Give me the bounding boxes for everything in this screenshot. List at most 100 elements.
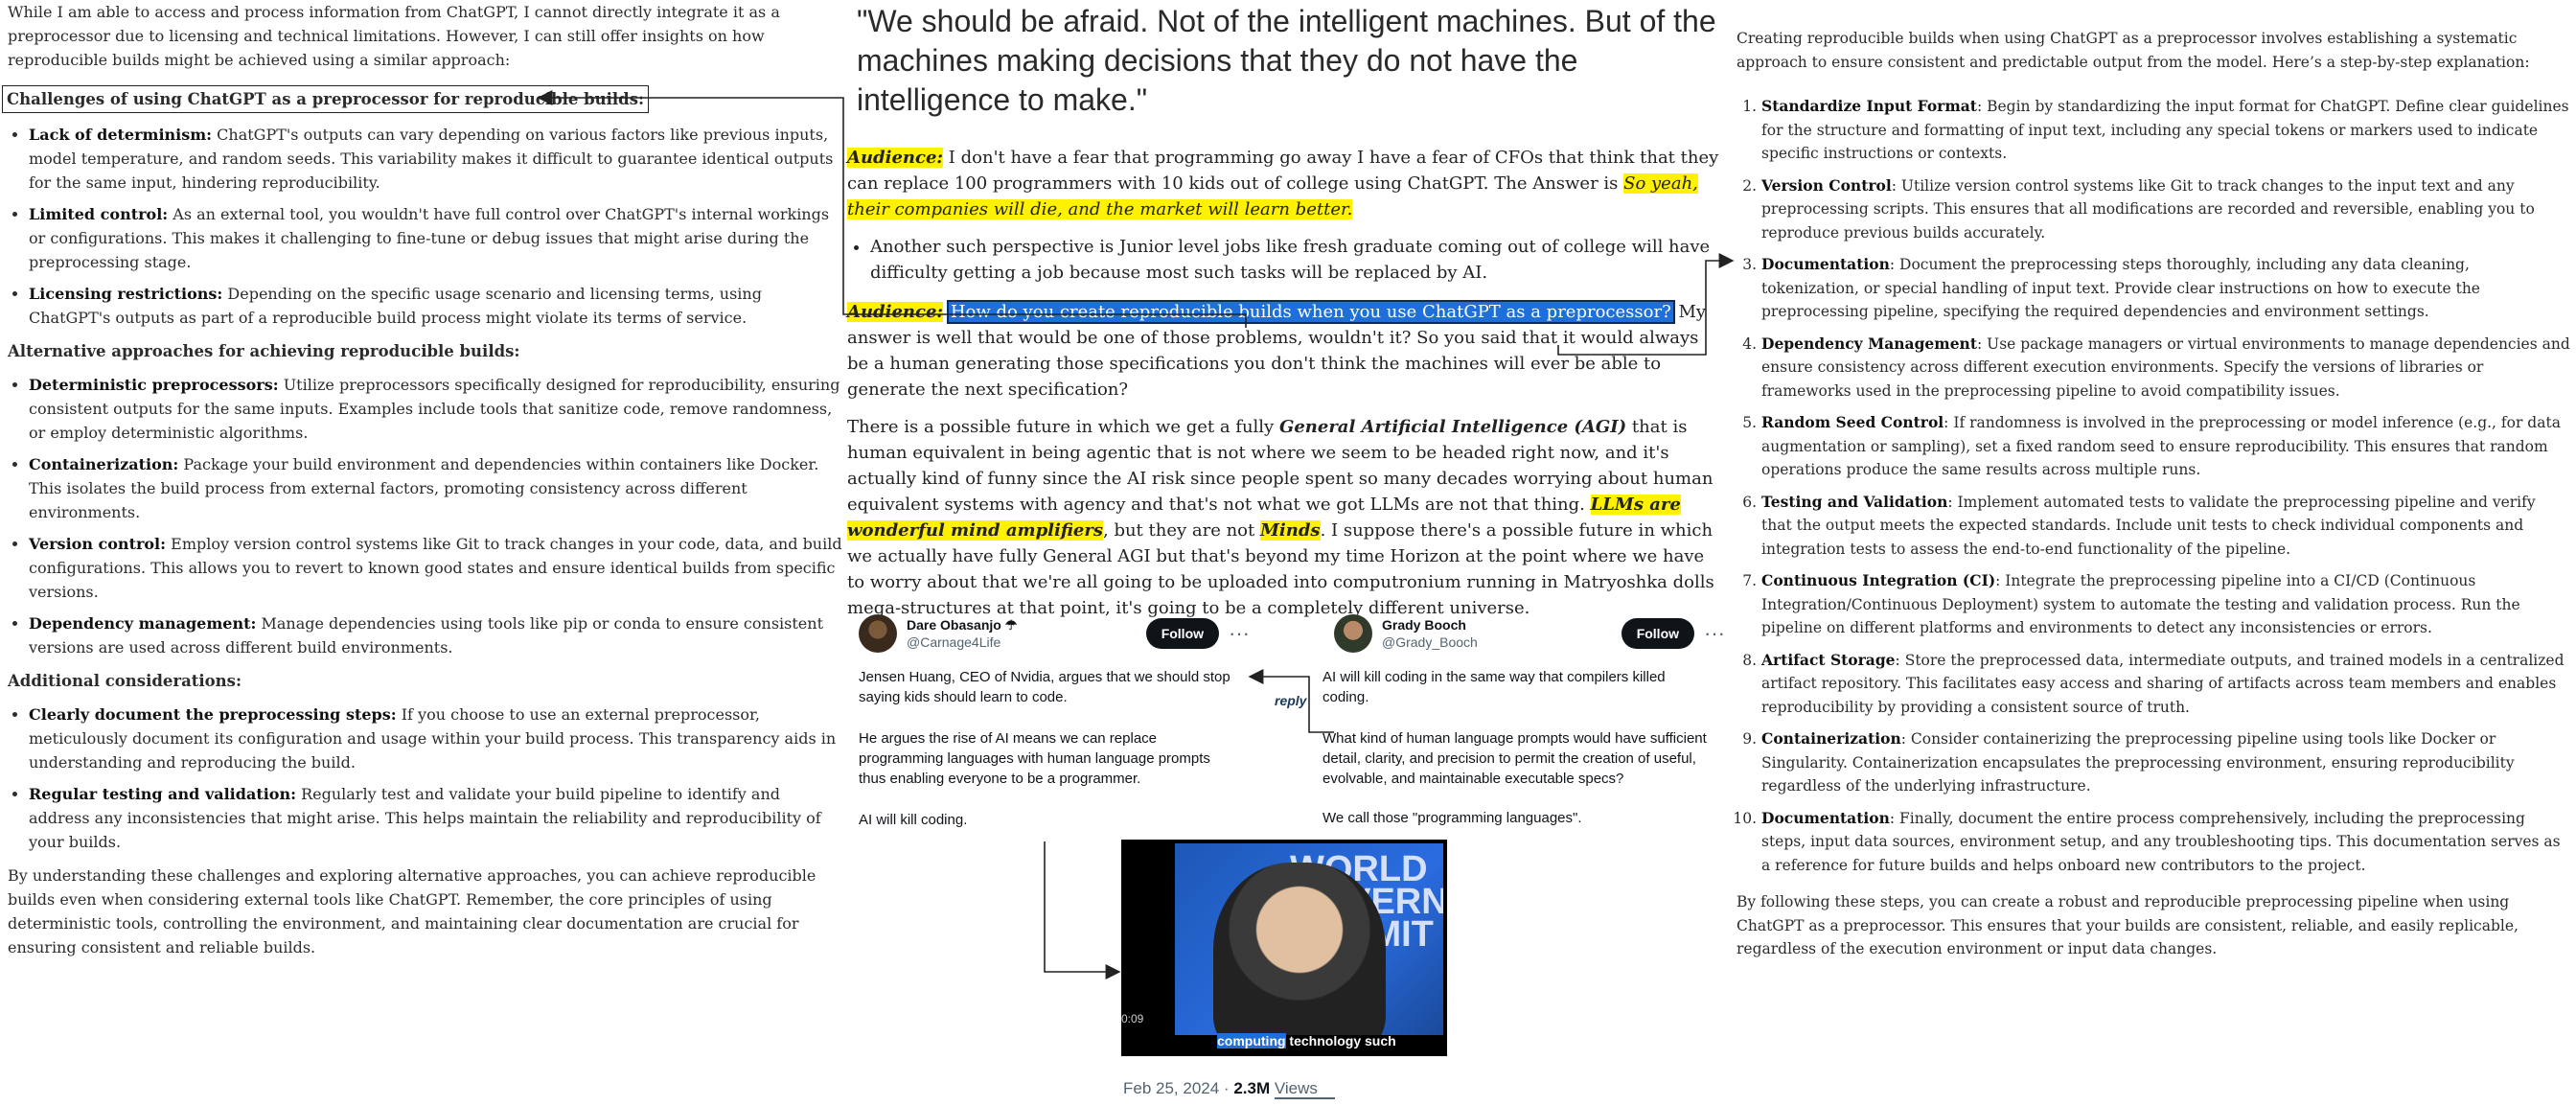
video-frame: WORLD GOVERNMENT SUMMIT bbox=[1175, 843, 1443, 1035]
audience-label: Audience: bbox=[847, 302, 944, 322]
list-item: Dependency Management: Use package manag… bbox=[1761, 333, 2570, 403]
list-item: Another such perspective is Junior level… bbox=[870, 234, 1721, 286]
video-time: 0:09 bbox=[1121, 1012, 1144, 1025]
arrow-reply bbox=[1248, 669, 1334, 733]
tweet-text: We call those "programming languages". bbox=[1322, 810, 1582, 826]
list-item: Containerization: Consider containerizin… bbox=[1761, 727, 2570, 798]
list-item-term: Licensing restrictions: bbox=[29, 285, 223, 303]
list-item-term: Clearly document the preprocessing steps… bbox=[29, 705, 397, 724]
tweet-grady-booch[interactable]: Grady Booch @Grady_Booch Follow ··· AI w… bbox=[1322, 610, 1725, 849]
video-caption: computing technology such bbox=[1217, 1033, 1396, 1048]
tweet-video[interactable]: WORLD GOVERNMENT SUMMIT 0:09 computing t… bbox=[1121, 840, 1447, 1056]
list-item-term: Regular testing and validation: bbox=[29, 785, 296, 803]
list-item-term: Documentation bbox=[1761, 808, 1890, 827]
left-intro: While I am able to access and process in… bbox=[8, 3, 780, 69]
follow-button[interactable]: Follow bbox=[1621, 618, 1695, 649]
author-handle[interactable]: @Carnage4Life bbox=[907, 634, 1146, 651]
tweet-author: Dare Obasanjo ☂ @Carnage4Life bbox=[907, 616, 1146, 651]
list-item: Artifact Storage: Store the preprocessed… bbox=[1761, 649, 2570, 720]
list-item-term: Random Seed Control bbox=[1761, 413, 1944, 431]
list-item-term: Version Control bbox=[1761, 175, 1892, 195]
list-item: Dependency management: Manage dependenci… bbox=[29, 611, 843, 659]
tweet-meta: Feb 25, 2024 · 2.3M Views bbox=[1123, 1079, 1335, 1099]
additional-heading: Additional considerations: bbox=[8, 672, 242, 690]
follow-button[interactable]: Follow bbox=[1145, 618, 1220, 649]
challenges-list: Lack of determinism: ChatGPT's outputs c… bbox=[8, 123, 843, 330]
list-item: Version Control: Utilize version control… bbox=[1761, 174, 2570, 245]
author-name[interactable]: Grady Booch bbox=[1382, 616, 1622, 634]
list-item-term: Dependency management: bbox=[29, 614, 257, 633]
right-conclusion: By following these steps, you can create… bbox=[1736, 893, 2518, 957]
alternatives-heading: Alternative approaches for achieving rep… bbox=[8, 342, 520, 360]
perspective-list: Another such perspective is Junior level… bbox=[847, 234, 1721, 286]
more-icon[interactable]: ··· bbox=[1704, 623, 1725, 644]
list-item-term: Standardize Input Format bbox=[1761, 97, 1977, 115]
list-item: Lack of determinism: ChatGPT's outputs c… bbox=[29, 123, 843, 195]
left-column: While I am able to access and process in… bbox=[2, 0, 843, 973]
paragraph-text: , but they are not bbox=[1103, 520, 1260, 541]
list-item: Licensing restrictions: Depending on the… bbox=[29, 282, 843, 330]
tweet-text: AI will kill coding. bbox=[859, 812, 968, 828]
list-item-term: Limited control: bbox=[29, 205, 169, 223]
views-count: 2.3M bbox=[1233, 1079, 1271, 1097]
more-icon[interactable]: ··· bbox=[1229, 623, 1250, 644]
tweet-text: What kind of human language prompts woul… bbox=[1322, 730, 1707, 787]
tweet-author: Grady Booch @Grady_Booch bbox=[1382, 616, 1622, 651]
tweet-header: Dare Obasanjo ☂ @Carnage4Life Follow ··· bbox=[847, 610, 1250, 657]
reply-label: reply bbox=[1275, 693, 1308, 708]
list-item: Standardize Input Format: Begin by stand… bbox=[1761, 95, 2570, 166]
right-column: Creating reproducible builds when using … bbox=[1736, 27, 2570, 982]
middle-column: "We should be afraid. Not of the intelli… bbox=[847, 0, 1721, 633]
steps-list: Standardize Input Format: Begin by stand… bbox=[1736, 95, 2570, 877]
tweet-body: AI will kill coding in the same way that… bbox=[1322, 667, 1725, 828]
tweet-text: AI will kill coding in the same way that… bbox=[1322, 669, 1666, 705]
tweet-date[interactable]: Feb 25, 2024 bbox=[1123, 1079, 1219, 1097]
highlighted-phrase: Minds bbox=[1259, 520, 1321, 541]
left-conclusion: By understanding these challenges and ex… bbox=[8, 866, 816, 956]
list-item-term: Continuous Integration (CI) bbox=[1761, 571, 1996, 589]
list-item-term: Artifact Storage bbox=[1761, 650, 1896, 669]
views-label[interactable]: Views bbox=[1274, 1079, 1335, 1099]
author-name-text: Dare Obasanjo bbox=[907, 617, 1001, 633]
umbrella-icon: ☂ bbox=[1004, 617, 1018, 633]
challenges-heading: Challenges of using ChatGPT as a preproc… bbox=[2, 85, 650, 113]
pull-quote: "We should be afraid. Not of the intelli… bbox=[857, 4, 1716, 117]
list-item-term: Containerization: bbox=[29, 455, 179, 473]
alternatives-list: Deterministic preprocessors: Utilize pre… bbox=[8, 373, 843, 659]
paragraph-text: I don't have a fear that programming go … bbox=[847, 148, 1719, 194]
list-item: Testing and Validation: Implement automa… bbox=[1761, 491, 2570, 562]
tweet-dare-obasanjo[interactable]: Dare Obasanjo ☂ @Carnage4Life Follow ···… bbox=[847, 610, 1250, 851]
list-item: Containerization: Package your build env… bbox=[29, 452, 843, 524]
arrow-to-video bbox=[1044, 841, 1121, 979]
list-item: Deterministic preprocessors: Utilize pre… bbox=[29, 373, 843, 445]
avatar[interactable] bbox=[1334, 614, 1372, 653]
paragraph-text: There is a possible future in which we g… bbox=[847, 417, 1279, 437]
list-item: Random Seed Control: If randomness is in… bbox=[1761, 411, 2570, 482]
avatar[interactable] bbox=[859, 614, 897, 653]
list-item: Clearly document the preprocessing steps… bbox=[29, 703, 843, 774]
list-item: Documentation: Document the preprocessin… bbox=[1761, 253, 2570, 324]
tweet-text: Jensen Huang, CEO of Nvidia, argues that… bbox=[859, 669, 1230, 705]
caption-highlight: computing bbox=[1217, 1033, 1286, 1048]
selected-question[interactable]: How do you create reproducible builds wh… bbox=[946, 300, 1675, 324]
agi-paragraph: There is a possible future in which we g… bbox=[847, 414, 1721, 621]
list-item-term: Deterministic preprocessors: bbox=[29, 376, 279, 394]
author-name[interactable]: Dare Obasanjo ☂ bbox=[907, 616, 1146, 634]
list-item: Regular testing and validation: Regularl… bbox=[29, 782, 843, 854]
list-item: Documentation: Finally, document the ent… bbox=[1761, 807, 2570, 878]
list-item-term: Version control: bbox=[29, 535, 167, 553]
additional-list: Clearly document the preprocessing steps… bbox=[8, 703, 843, 854]
caption-text: technology such bbox=[1285, 1033, 1396, 1048]
list-item-term: Dependency Management bbox=[1761, 334, 1977, 353]
list-item-term: Testing and Validation bbox=[1761, 492, 1948, 511]
list-item: Version control: Employ version control … bbox=[29, 532, 843, 604]
audience-paragraph-2: Audience: How do you create reproducible… bbox=[847, 299, 1721, 403]
audience-paragraph-1: Audience: I don't have a fear that progr… bbox=[847, 145, 1721, 222]
list-item: Limited control: As an external tool, yo… bbox=[29, 202, 843, 274]
list-item-term: Lack of determinism: bbox=[29, 126, 213, 144]
audience-label: Audience: bbox=[847, 148, 944, 168]
author-handle[interactable]: @Grady_Booch bbox=[1382, 634, 1622, 651]
right-intro: Creating reproducible builds when using … bbox=[1736, 30, 2530, 71]
list-item-term: Containerization bbox=[1761, 729, 1901, 748]
speaker-image bbox=[1213, 863, 1386, 1035]
